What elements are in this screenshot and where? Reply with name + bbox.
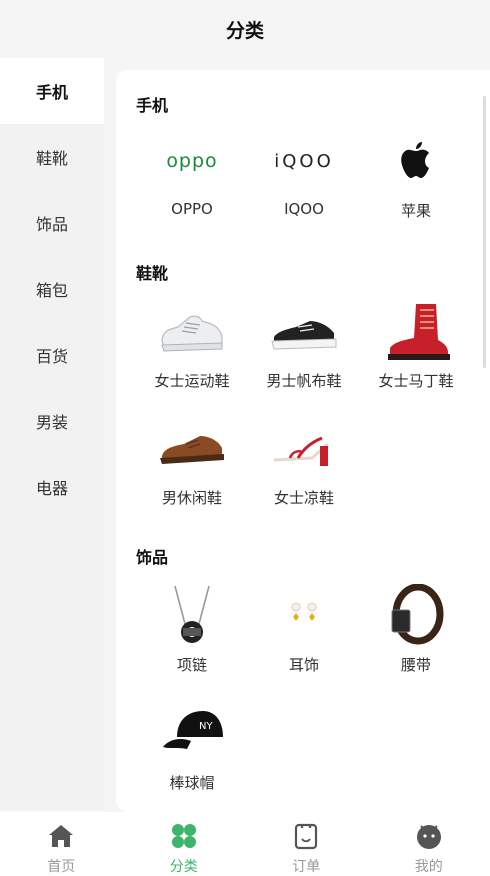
item-label: 男休闲鞋 xyxy=(161,489,222,507)
product-item-womens-sandals[interactable]: 女士凉鞋 xyxy=(248,417,360,508)
apple-logo xyxy=(360,130,472,192)
tab-home[interactable]: 首页 xyxy=(0,812,123,876)
sidebar-item-accessories[interactable]: 饰品 xyxy=(0,190,104,256)
sidebar-item-label: 百货 xyxy=(35,347,68,366)
tab-orders[interactable]: 订单 xyxy=(245,812,368,876)
product-item-womens-martin-boots[interactable]: 女士马丁鞋 xyxy=(360,300,472,391)
brand-item-apple[interactable]: 苹果 xyxy=(360,130,472,221)
brand-item-iqoo[interactable]: iQOO IQOO xyxy=(248,130,360,219)
item-label: IQOO xyxy=(284,200,324,218)
necklace-image xyxy=(136,584,248,646)
page-title: 分类 xyxy=(225,19,264,42)
tab-label: 分类 xyxy=(169,859,198,875)
tab-label: 首页 xyxy=(47,859,76,875)
profile-icon xyxy=(415,822,443,850)
item-label: 女士凉鞋 xyxy=(273,489,334,507)
sneaker-image xyxy=(136,300,248,362)
product-item-mens-casual-shoes[interactable]: 男休闲鞋 xyxy=(136,417,248,508)
sidebar-item-label: 男装 xyxy=(35,413,68,432)
bottom-tab-bar: 首页 分类 订单 我的 xyxy=(0,812,490,876)
earrings-image xyxy=(248,584,360,646)
iqoo-logo: iQOO xyxy=(274,150,334,172)
section-title-accessories: 饰品 xyxy=(136,548,169,567)
canvas-shoe-image xyxy=(248,300,360,362)
martin-boot-image xyxy=(360,300,472,362)
item-label: 项链 xyxy=(176,656,207,674)
sidebar-item-label: 鞋靴 xyxy=(35,149,68,168)
home-icon xyxy=(47,822,75,850)
sidebar-item-label: 饰品 xyxy=(35,215,68,234)
belt-image xyxy=(360,584,472,646)
sidebar-item-bags[interactable]: 箱包 xyxy=(0,256,104,322)
product-item-earrings[interactable]: 耳饰 xyxy=(248,584,360,675)
category-sidebar: 手机 鞋靴 饰品 箱包 百货 男装 电器 xyxy=(0,58,104,810)
item-label: 耳饰 xyxy=(288,656,319,674)
brand-item-oppo[interactable]: oppo OPPO xyxy=(136,130,248,218)
item-label: 棒球帽 xyxy=(169,774,215,792)
svg-text:NY: NY xyxy=(199,721,213,732)
item-label: OPPO xyxy=(171,200,213,218)
section-title-shoes: 鞋靴 xyxy=(136,264,169,283)
baseball-cap-image: NY xyxy=(136,702,248,764)
item-label: 男士帆布鞋 xyxy=(266,372,342,390)
tab-label: 我的 xyxy=(414,859,443,875)
category-icon xyxy=(170,822,198,850)
section-title-phones: 手机 xyxy=(136,96,169,115)
sidebar-item-appliances[interactable]: 电器 xyxy=(0,454,104,520)
sidebar-item-label: 手机 xyxy=(35,83,68,102)
tab-label: 订单 xyxy=(292,859,321,875)
product-item-necklace[interactable]: 项链 xyxy=(136,584,248,675)
item-label: 腰带 xyxy=(400,656,431,674)
sidebar-item-shoes[interactable]: 鞋靴 xyxy=(0,124,104,190)
oppo-logo: oppo xyxy=(166,150,218,172)
sandal-image xyxy=(248,417,360,479)
sidebar-item-phones[interactable]: 手机 xyxy=(0,58,104,124)
item-label: 女士马丁鞋 xyxy=(378,372,454,390)
product-item-womens-sneakers[interactable]: 女士运动鞋 xyxy=(136,300,248,391)
product-item-belt[interactable]: 腰带 xyxy=(360,584,472,675)
sidebar-item-general-goods[interactable]: 百货 xyxy=(0,322,104,388)
tab-profile[interactable]: 我的 xyxy=(368,812,490,876)
product-item-mens-canvas-shoes[interactable]: 男士帆布鞋 xyxy=(248,300,360,391)
order-icon xyxy=(292,822,320,850)
category-content-panel[interactable]: 手机 oppo OPPO iQOO IQOO 苹果 鞋靴 女士运动鞋 男士帆布鞋… xyxy=(116,70,490,812)
sidebar-item-label: 箱包 xyxy=(35,281,68,300)
panel-scrollbar[interactable] xyxy=(483,96,486,368)
item-label: 苹果 xyxy=(400,202,431,220)
top-header: 分类 xyxy=(0,0,490,58)
product-item-baseball-cap[interactable]: NY 棒球帽 xyxy=(136,702,248,793)
tab-category[interactable]: 分类 xyxy=(123,812,246,876)
item-label: 女士运动鞋 xyxy=(154,372,230,390)
sidebar-item-menswear[interactable]: 男装 xyxy=(0,388,104,454)
casual-shoe-image xyxy=(136,417,248,479)
sidebar-item-label: 电器 xyxy=(35,479,68,498)
